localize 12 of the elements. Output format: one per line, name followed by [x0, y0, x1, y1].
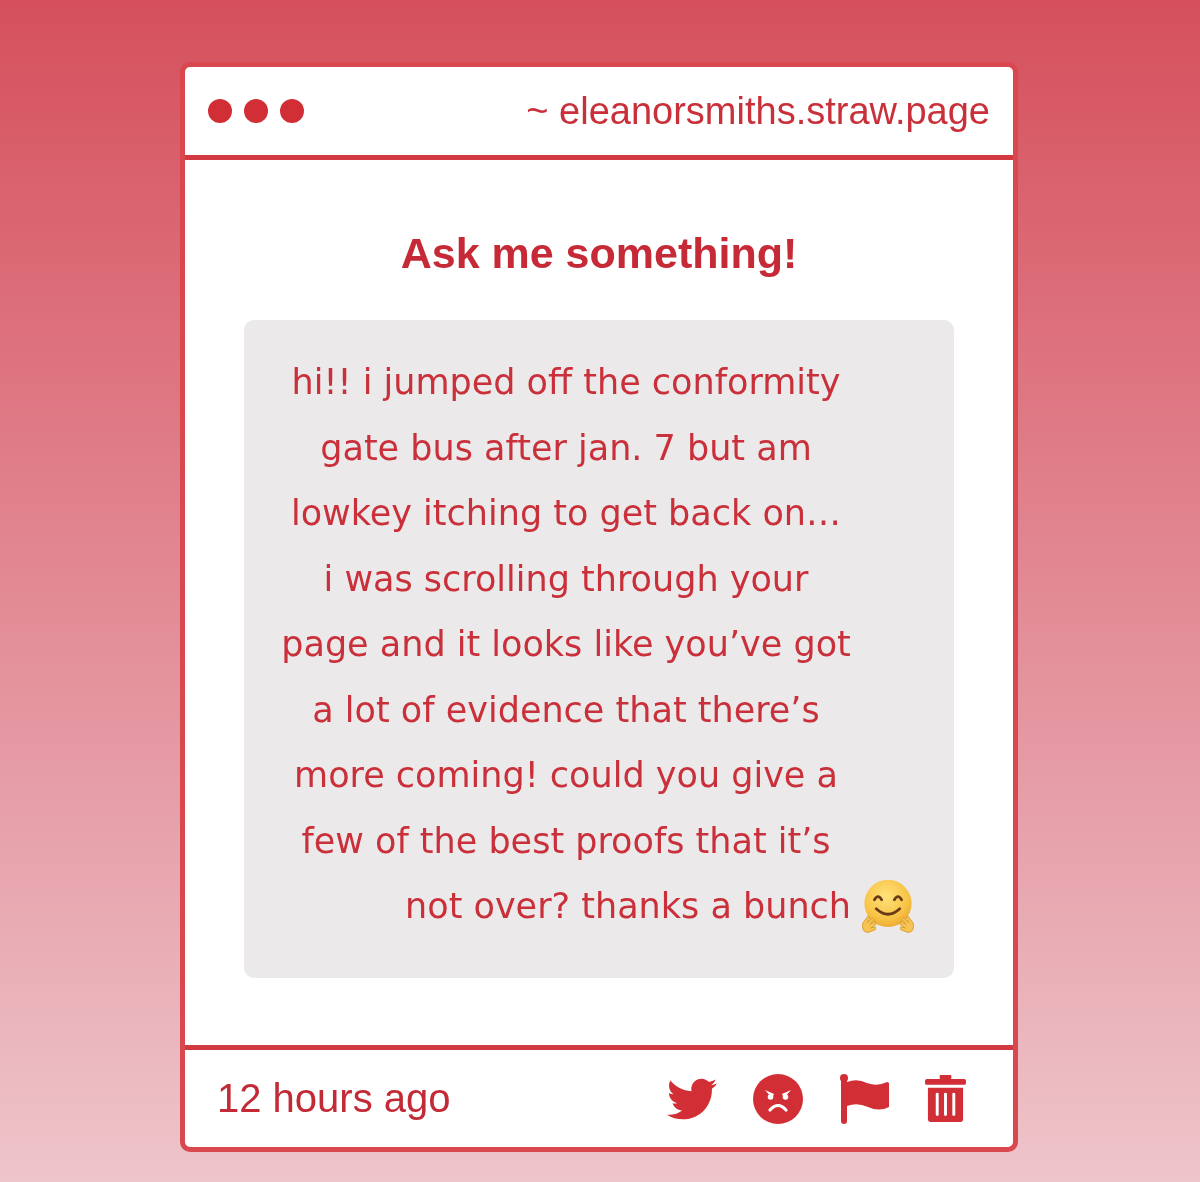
bird-icon[interactable]	[667, 1077, 717, 1120]
time-ago: 12 hours ago	[217, 1076, 451, 1121]
page-heading: Ask me something!	[400, 228, 798, 278]
angry-face-icon[interactable]	[753, 1073, 803, 1124]
page-url: ~ eleanorsmiths.straw.page	[526, 89, 990, 133]
flag-icon[interactable]	[839, 1073, 889, 1124]
window-dot-icon	[280, 99, 304, 123]
window-dot-icon	[208, 99, 232, 123]
trash-icon[interactable]	[925, 1075, 966, 1122]
question-text: hi!! i jumped off the conformity gate bus after jan. 7 but am lowkey itching to get back on… i was scrolling through your page and it looks like you’ve got a lot of evidence that there’s more coming! could you give a few of the best proofs that it’s not over? thanks a bunch	[281, 361, 851, 928]
window-dot-icon	[244, 99, 268, 123]
hugging-face-icon	[859, 877, 917, 936]
